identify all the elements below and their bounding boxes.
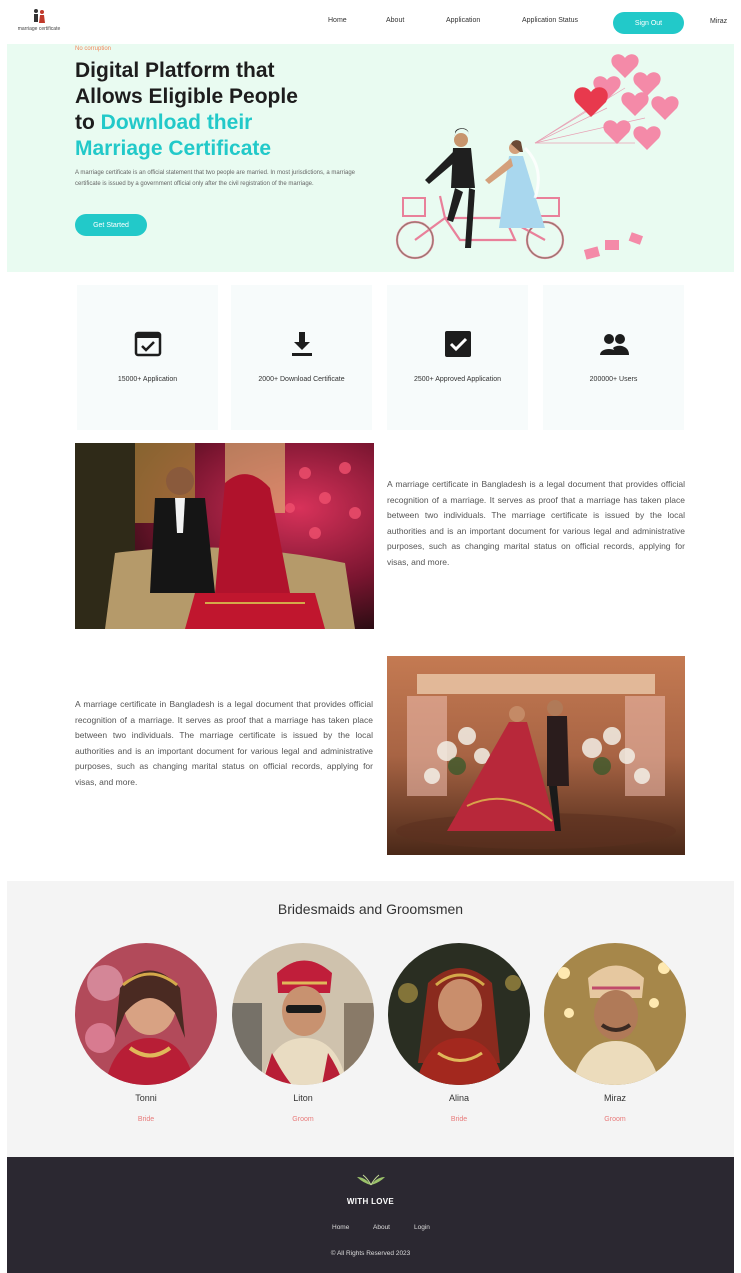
member-role: Groom xyxy=(292,1116,314,1123)
nav-link-about[interactable]: About xyxy=(386,17,404,24)
leaf-ornament-icon xyxy=(357,1174,385,1186)
stat-card-approved: 2500+ Approved Application xyxy=(387,285,528,430)
team-member-card: Tonni Bride xyxy=(75,943,217,1133)
download-icon xyxy=(292,332,312,356)
hero-title-line2: Allows Eligible People xyxy=(75,85,298,108)
stat-label: 15000+ Application xyxy=(117,376,178,383)
hero-title-line3: to Download their xyxy=(75,110,375,136)
footer-brand: WITH LOVE xyxy=(346,1197,395,1206)
logo-text: marriage certificate xyxy=(17,26,61,32)
about-paragraph-1: A marriage certificate in Bangladesh is … xyxy=(387,479,685,567)
team-member-card: Miraz Groom xyxy=(544,943,686,1133)
member-photo xyxy=(232,943,374,1085)
stat-label: 2000+ Download Certificate xyxy=(258,376,345,383)
about-paragraph-2: A marriage certificate in Bangladesh is … xyxy=(75,699,373,787)
couple-dance-photo-art xyxy=(387,656,685,855)
hero-title-highlight1: Download their xyxy=(100,111,253,134)
sign-out-button[interactable]: Sign Out xyxy=(613,12,684,34)
footer-link-about[interactable]: About xyxy=(373,1224,390,1231)
stat-label: 200000+ Users xyxy=(589,376,638,383)
couple-logo-icon xyxy=(34,9,45,23)
hero-eyebrow: No corruption xyxy=(75,46,112,52)
groom-portrait-art xyxy=(232,943,374,1085)
application-icon xyxy=(134,331,162,357)
nav-link-application[interactable]: Application xyxy=(446,17,480,24)
user-name[interactable]: Miraz xyxy=(710,18,727,25)
users-icon xyxy=(600,334,629,355)
footer: WITH LOVE Home About Login © All Rights … xyxy=(7,1157,734,1273)
bride-portrait-art xyxy=(388,943,530,1085)
stat-card-users: 200000+ Users xyxy=(543,285,684,430)
footer-link-login[interactable]: Login xyxy=(414,1224,430,1231)
member-name: Liton xyxy=(293,1093,313,1103)
stat-card-applications: 15000+ Application xyxy=(77,285,218,430)
team-member-card: Liton Groom xyxy=(232,943,374,1133)
brand-logo[interactable]: marriage certificate xyxy=(14,8,64,36)
member-photo xyxy=(388,943,530,1085)
hero-title: Digital Platform that Allows Eligible Pe… xyxy=(75,58,375,162)
hero-title-to: to xyxy=(75,111,101,134)
member-role: Bride xyxy=(137,1116,155,1123)
member-name: Miraz xyxy=(604,1093,626,1103)
nav-link-application-status[interactable]: Application Status xyxy=(522,17,578,24)
tandem-bicycle-couple-illustration xyxy=(395,54,679,260)
team-title: Bridesmaids and Groomsmen xyxy=(277,901,464,917)
get-started-button[interactable]: Get Started xyxy=(75,214,147,236)
member-role: Groom xyxy=(604,1116,626,1123)
hero-title-line1: Digital Platform that xyxy=(75,59,275,82)
top-navbar: marriage certificate Home About Applicat… xyxy=(0,0,741,44)
team-member-card: Alina Bride xyxy=(388,943,530,1133)
bride-portrait-art xyxy=(75,943,217,1085)
member-name: Alina xyxy=(448,1093,469,1103)
couple-dance-photo xyxy=(387,656,685,855)
member-photo xyxy=(75,943,217,1085)
approved-icon xyxy=(445,331,471,357)
hero-section: No corruption Digital Platform that Allo… xyxy=(7,44,734,272)
couple-sofa-photo xyxy=(75,443,374,629)
member-name: Tonni xyxy=(135,1093,157,1103)
couple-sofa-photo-art xyxy=(75,443,374,629)
hero-description: A marriage certificate is an official st… xyxy=(75,170,356,187)
footer-link-home[interactable]: Home xyxy=(332,1224,349,1231)
stat-label: 2500+ Approved Application xyxy=(414,376,501,383)
stat-card-downloads: 2000+ Download Certificate xyxy=(231,285,372,430)
member-role: Bride xyxy=(450,1116,468,1123)
groom-portrait-art xyxy=(544,943,686,1085)
nav-link-home[interactable]: Home xyxy=(328,17,347,24)
member-photo xyxy=(544,943,686,1085)
footer-copyright: © All Rights Reserved 2023 xyxy=(330,1250,411,1257)
team-section: Bridesmaids and Groomsmen Tonni Bride Li… xyxy=(7,881,734,1157)
hero-title-highlight2: Marriage Certificate xyxy=(75,137,272,160)
